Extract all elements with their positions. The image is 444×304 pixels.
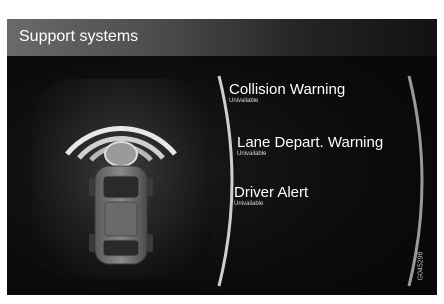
car-top-view-with-radar-icon	[32, 79, 212, 279]
menu-item-collision-warning[interactable]: Collision Warning Univailable	[229, 81, 345, 105]
collision-warning-status: Univailable	[229, 98, 259, 104]
image-code: G045296	[414, 242, 428, 290]
lane-departure-warning-status: Univailable	[237, 151, 267, 157]
menu-item-lane-departure-warning[interactable]: Lane Depart. Warning Univailable	[237, 134, 383, 158]
menu-item-driver-alert[interactable]: Driver Alert Univailable	[234, 184, 308, 208]
driver-alert-status: Univailable	[234, 201, 264, 207]
screen-title: Support systems	[19, 28, 139, 45]
lane-departure-warning-label: Lane Depart. Warning	[237, 134, 384, 151]
display-screen: Support systems Collision Warning Univai…	[7, 19, 437, 295]
screen-header: Support systems	[7, 19, 437, 56]
image-code-text: G045296	[417, 251, 425, 281]
driver-alert-label: Driver Alert	[234, 184, 309, 201]
collision-warning-label: Collision Warning	[229, 81, 346, 98]
